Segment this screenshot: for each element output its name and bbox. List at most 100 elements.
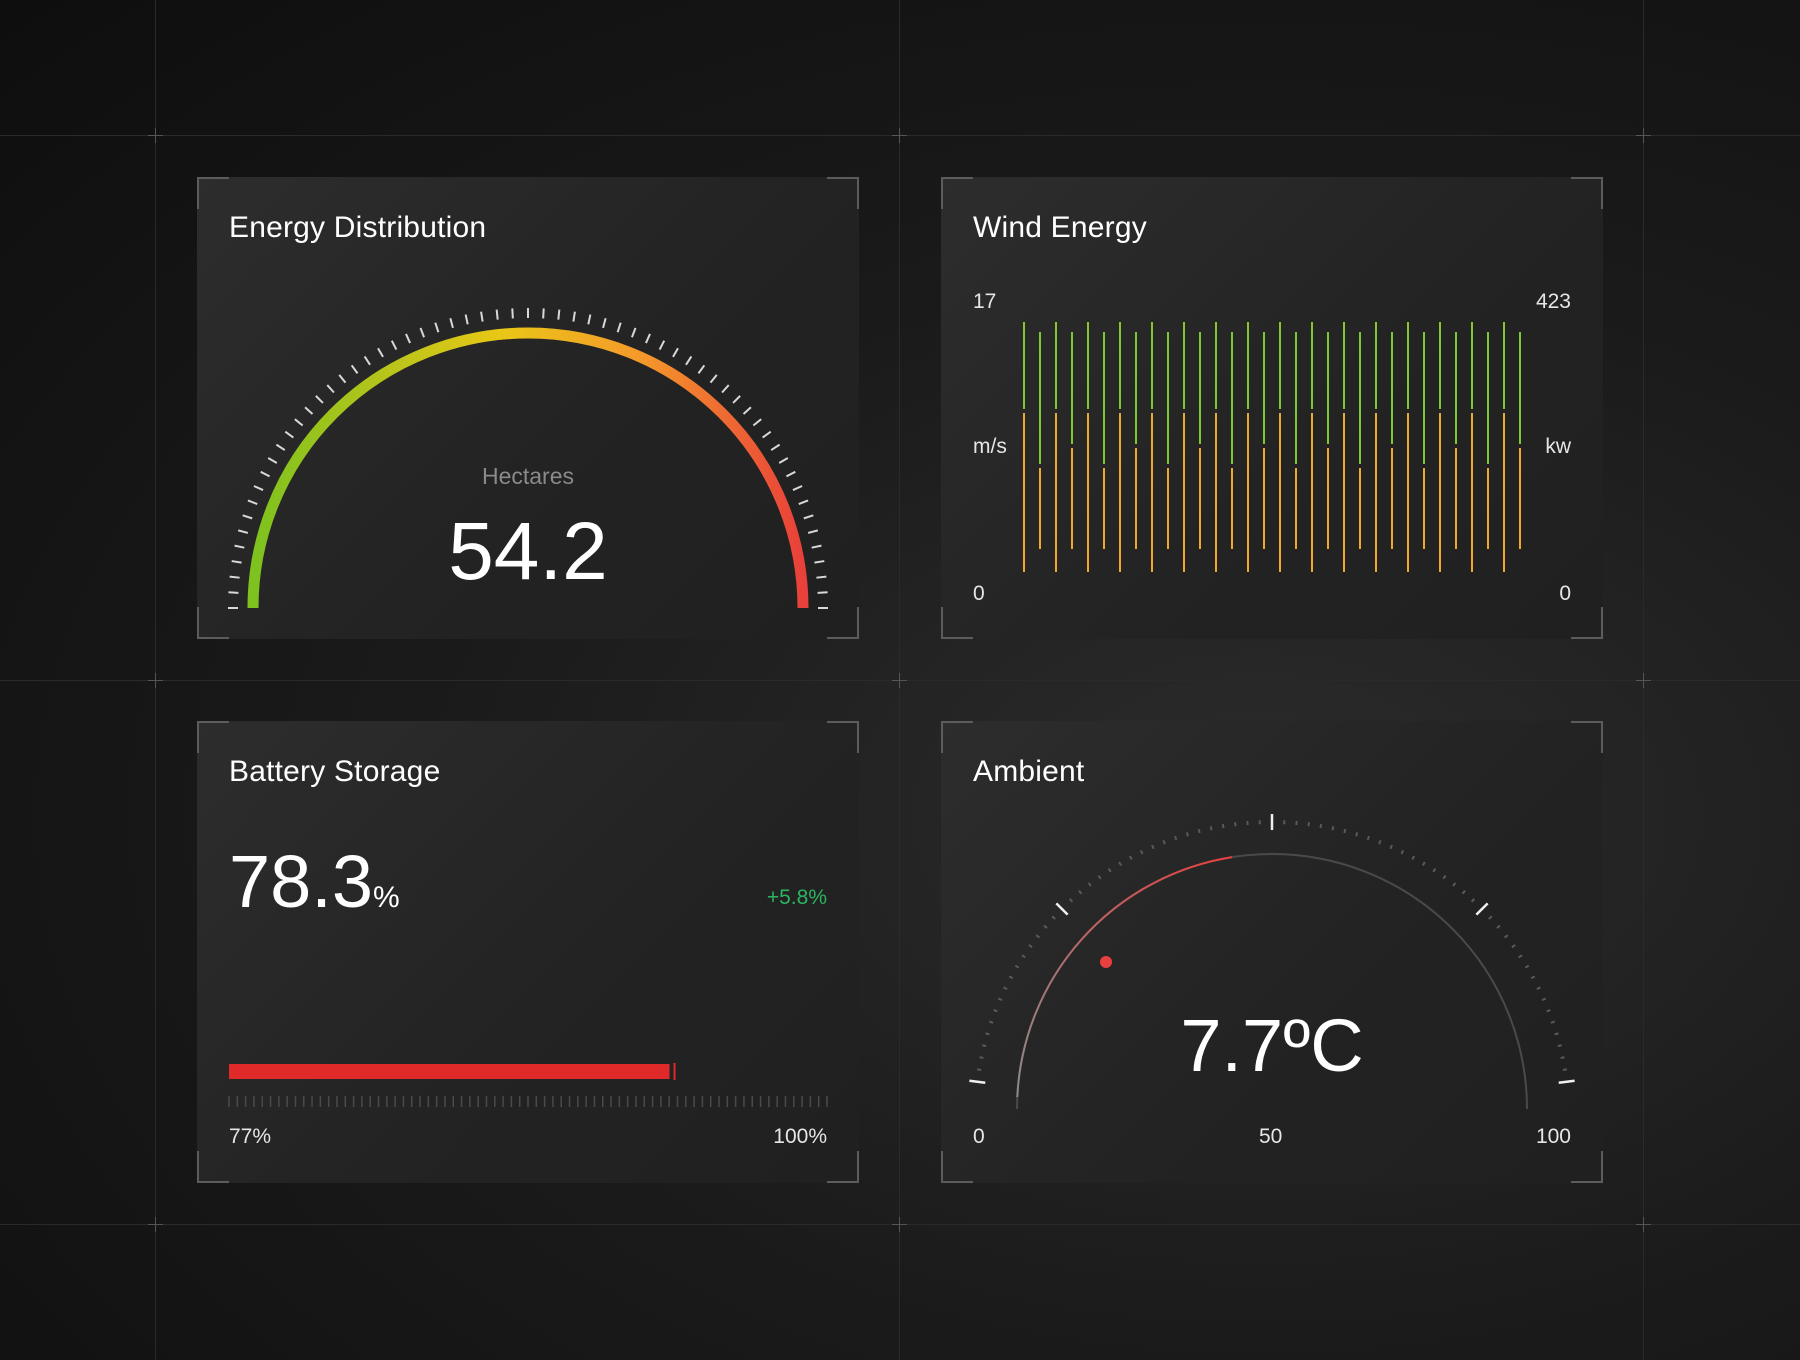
ambient-dot-tick [1400,849,1405,855]
ambient-dot-tick [1389,844,1393,850]
plus-marker-icon [1636,128,1651,143]
ambient-dot-tick [1087,882,1092,887]
gauge-tick [511,308,514,319]
gauge-tick [284,430,294,439]
range-max-label: 100% [773,1125,827,1148]
plus-marker-icon [148,128,163,143]
energy-distribution-card: Energy Distribution Hectares 54.2 [197,177,859,639]
battery-storage-card: Battery Storage 78.3% +5.8% 77% 100% [197,721,859,1183]
gauge-tick [326,384,335,394]
ambient-dot-tick [1174,835,1178,841]
gauge-tick [587,314,592,325]
ambient-dot-tick [1128,855,1133,860]
gauge-tick [315,395,324,404]
gauge-tick [247,499,258,506]
ambient-dot-tick [1461,890,1466,895]
ambient-dot-tick [1151,844,1155,850]
right-axis-unit: kw [1545,435,1571,458]
ambient-dot-tick [1221,823,1225,829]
gauge-tick [645,333,651,344]
ambient-dot-tick [1209,826,1213,831]
ambient-dot-tick [1530,975,1536,980]
ambient-dot-tick [1432,868,1437,873]
left-axis-min: 0 [973,582,985,605]
gauge-tick [390,340,398,351]
gauge-tick [742,406,752,415]
ambient-dot-tick [1421,861,1426,866]
left-axis-unit: m/s [973,435,1007,458]
gauge-tick [449,317,454,329]
gauge-tick [495,309,499,320]
gauge-tick [762,430,772,439]
ambient-dot-tick [1118,861,1123,866]
plus-marker-icon [892,128,907,143]
wind-energy-card: Wind Energy 17 423 m/s kw 0 0 [941,177,1603,639]
ambient-dot-tick [1411,855,1416,860]
ambient-dot-tick [1524,964,1530,969]
ambient-dot-tick [1518,954,1523,959]
gauge-tick [658,340,666,351]
gauge-tick [464,314,469,325]
ambient-dot-tick [1068,898,1074,903]
scale-mid: 50 [1259,1125,1283,1148]
ambient-dot-tick [1442,874,1447,880]
ambient-dot-tick [1107,868,1112,873]
left-axis-max: 17 [973,290,997,313]
gauge-tick [405,333,411,344]
ambient-dot-tick [1021,954,1026,959]
scale-min: 0 [973,1125,985,1148]
ambient-dot-tick [1139,849,1144,855]
gauge-tick [542,308,545,319]
ambient-indicator-dot [1100,956,1112,968]
gauge-tick [419,327,426,338]
gauge-tick [275,443,286,451]
ambient-dot-tick [1097,874,1102,880]
ambient-dot-tick [1511,944,1516,949]
ambient-gauge [969,814,1575,1110]
gauge-tick [350,364,359,374]
ambient-dot-tick [1051,915,1056,920]
gauge-tick [721,384,730,394]
ambient-dot-tick [1028,944,1033,949]
ambient-dot-tick [1003,986,1008,990]
gauge-tick [752,418,762,427]
gauge-tick [672,347,679,358]
gauge-tick [363,355,371,366]
ambient-dot-tick [1014,964,1020,969]
ambient-dot-tick [1503,934,1509,939]
gauge-value: 54.2 [448,506,608,597]
right-axis-max: 423 [1535,290,1571,313]
ambient-dot-tick [1488,915,1493,920]
ambient-dot-tick [997,997,1003,1002]
gauge-tick [304,406,314,415]
gauge-tick [294,418,304,427]
ambient-dot-tick [1343,828,1347,834]
gauge-tick [798,499,809,506]
gauge-tick [602,317,607,329]
ambient-major-tick [1055,902,1069,916]
right-axis-min: 0 [1559,582,1571,605]
ambient-dot-tick [1452,882,1457,887]
ambient-dot-tick [1185,832,1189,837]
gauge-tick [377,347,384,358]
ambient-card: Ambient 7.7ºC 0 50 100 [941,721,1603,1183]
wind-bars [1023,322,1521,572]
plus-marker-icon [892,673,907,688]
gauge-tick [732,395,741,404]
plus-marker-icon [892,1217,907,1232]
ambient-dot-tick [1008,975,1014,980]
scale-max: 100 [1535,1125,1571,1148]
ambient-dot-tick [1197,828,1201,834]
plus-marker-icon [148,673,163,688]
gauge-tick [557,309,561,320]
battery-fill [229,1064,670,1079]
ambient-dot-tick [1470,898,1476,903]
gauge-tick [338,374,347,384]
gauge-tick [434,322,440,333]
ambient-dot-tick [1162,840,1166,845]
gauge-tick [616,322,622,333]
gauge-tick [697,364,706,374]
ambient-dot-tick [1496,924,1501,929]
ambient-dot-tick [1319,823,1323,829]
plus-marker-icon [1636,673,1651,688]
